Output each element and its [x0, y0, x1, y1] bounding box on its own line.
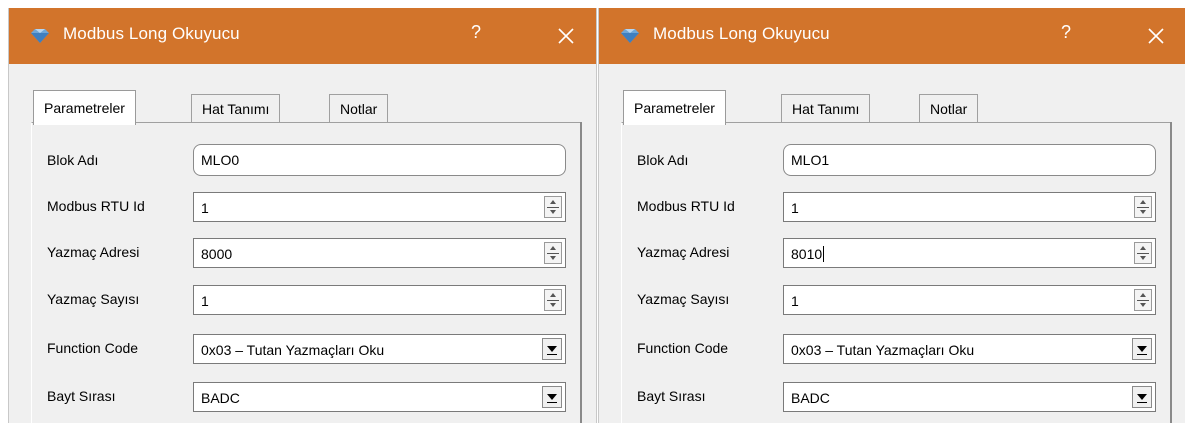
tab-parametreler[interactable]: Parametreler [623, 90, 726, 125]
byte-order-value: BADC [201, 390, 240, 406]
register-address-text: 8010 [791, 246, 823, 262]
window-title: Modbus Long Okuyucu [653, 24, 830, 43]
block-name-input[interactable]: MLO1 [783, 144, 1156, 176]
rtu-id-input[interactable]: 1 [193, 192, 566, 222]
row-register-count: Yazmaç Sayısı 1 [637, 285, 1156, 317]
register-count-label: Yazmaç Sayısı [637, 291, 730, 307]
row-byte-order: Bayt Sırası BADC [47, 382, 566, 414]
spinner-icon[interactable] [1134, 196, 1152, 218]
row-rtu-id: Modbus RTU Id 1 [47, 192, 566, 224]
help-button[interactable]: ? [464, 22, 488, 43]
rtu-id-input[interactable]: 1 [783, 192, 1156, 222]
title-bar[interactable]: Modbus Long Okuyucu ? [599, 8, 1185, 64]
row-byte-order: Bayt Sırası BADC [637, 382, 1156, 414]
diamond-app-icon [31, 29, 49, 43]
byte-order-value: BADC [791, 390, 830, 406]
function-code-select[interactable]: 0x03 – Tutan Yazmaçları Oku [783, 334, 1156, 364]
row-register-address: Yazmaç Adresi 8000 [47, 238, 566, 270]
function-code-select[interactable]: 0x03 – Tutan Yazmaçları Oku [193, 334, 566, 364]
dropdown-arrow-icon[interactable] [1132, 338, 1152, 360]
register-address-label: Yazmaç Adresi [47, 244, 140, 260]
block-name-input[interactable]: MLO0 [193, 144, 566, 176]
register-count-input[interactable]: 1 [783, 285, 1156, 315]
row-function-code: Function Code 0x03 – Tutan Yazmaçları Ok… [47, 334, 566, 366]
row-register-address: Yazmaç Adresi 8010 [637, 238, 1156, 270]
rtu-id-label: Modbus RTU Id [637, 198, 735, 214]
register-address-input[interactable]: 8000 [193, 238, 566, 268]
register-address-value: 8010 [791, 246, 825, 262]
dropdown-arrow-icon[interactable] [1132, 386, 1152, 408]
text-caret [823, 246, 825, 262]
tab-hat-tanimi[interactable]: Hat Tanımı [781, 94, 871, 123]
diamond-app-icon [621, 29, 639, 43]
tab-notlar[interactable]: Notlar [329, 94, 389, 123]
register-count-label: Yazmaç Sayısı [47, 291, 140, 307]
row-rtu-id: Modbus RTU Id 1 [637, 192, 1156, 224]
tab-notlar[interactable]: Notlar [919, 94, 979, 123]
byte-order-select[interactable]: BADC [193, 382, 566, 412]
function-code-value: 0x03 – Tutan Yazmaçları Oku [791, 342, 975, 358]
close-button[interactable] [542, 8, 590, 64]
rtu-id-value: 1 [201, 200, 209, 216]
help-button[interactable]: ? [1054, 22, 1078, 43]
spinner-icon[interactable] [544, 289, 562, 311]
row-register-count: Yazmaç Sayısı 1 [47, 285, 566, 317]
close-icon [1148, 28, 1164, 44]
tab-parametreler[interactable]: Parametreler [33, 90, 136, 125]
spinner-icon[interactable] [1134, 289, 1152, 311]
function-code-value: 0x03 – Tutan Yazmaçları Oku [201, 342, 385, 358]
row-block-name: Blok Adı MLO0 [47, 144, 566, 178]
block-name-label: Blok Adı [47, 152, 99, 168]
register-count-input[interactable]: 1 [193, 285, 566, 315]
register-address-value: 8000 [201, 246, 233, 262]
function-code-label: Function Code [47, 340, 139, 356]
register-count-value: 1 [201, 293, 209, 309]
function-code-label: Function Code [637, 340, 729, 356]
spinner-icon[interactable] [544, 196, 562, 218]
register-count-value: 1 [791, 293, 799, 309]
dropdown-arrow-icon[interactable] [542, 386, 562, 408]
row-block-name: Blok Adı MLO1 [637, 144, 1156, 178]
register-address-label: Yazmaç Adresi [637, 244, 730, 260]
rtu-id-label: Modbus RTU Id [47, 198, 145, 214]
dropdown-arrow-icon[interactable] [542, 338, 562, 360]
window-title: Modbus Long Okuyucu [63, 24, 240, 43]
byte-order-label: Bayt Sırası [47, 388, 116, 404]
spinner-icon[interactable] [544, 242, 562, 264]
panel-edge [580, 122, 582, 423]
block-name-label: Blok Adı [637, 152, 689, 168]
byte-order-select[interactable]: BADC [783, 382, 1156, 412]
panel-edge [1170, 122, 1172, 423]
dialog-window-1: Modbus Long Okuyucu ? Parametreler Hat T… [8, 8, 597, 423]
title-bar[interactable]: Modbus Long Okuyucu ? [9, 8, 596, 64]
register-address-input[interactable]: 8010 [783, 238, 1156, 268]
block-name-value: MLO1 [791, 152, 830, 168]
byte-order-label: Bayt Sırası [637, 388, 706, 404]
close-button[interactable] [1132, 8, 1180, 64]
rtu-id-value: 1 [791, 200, 799, 216]
tab-hat-tanimi[interactable]: Hat Tanımı [191, 94, 281, 123]
dialog-window-2: Modbus Long Okuyucu ? Parametreler Hat T… [598, 8, 1185, 423]
close-icon [558, 28, 574, 44]
block-name-value: MLO0 [201, 152, 240, 168]
spinner-icon[interactable] [1134, 242, 1152, 264]
row-function-code: Function Code 0x03 – Tutan Yazmaçları Ok… [637, 334, 1156, 366]
